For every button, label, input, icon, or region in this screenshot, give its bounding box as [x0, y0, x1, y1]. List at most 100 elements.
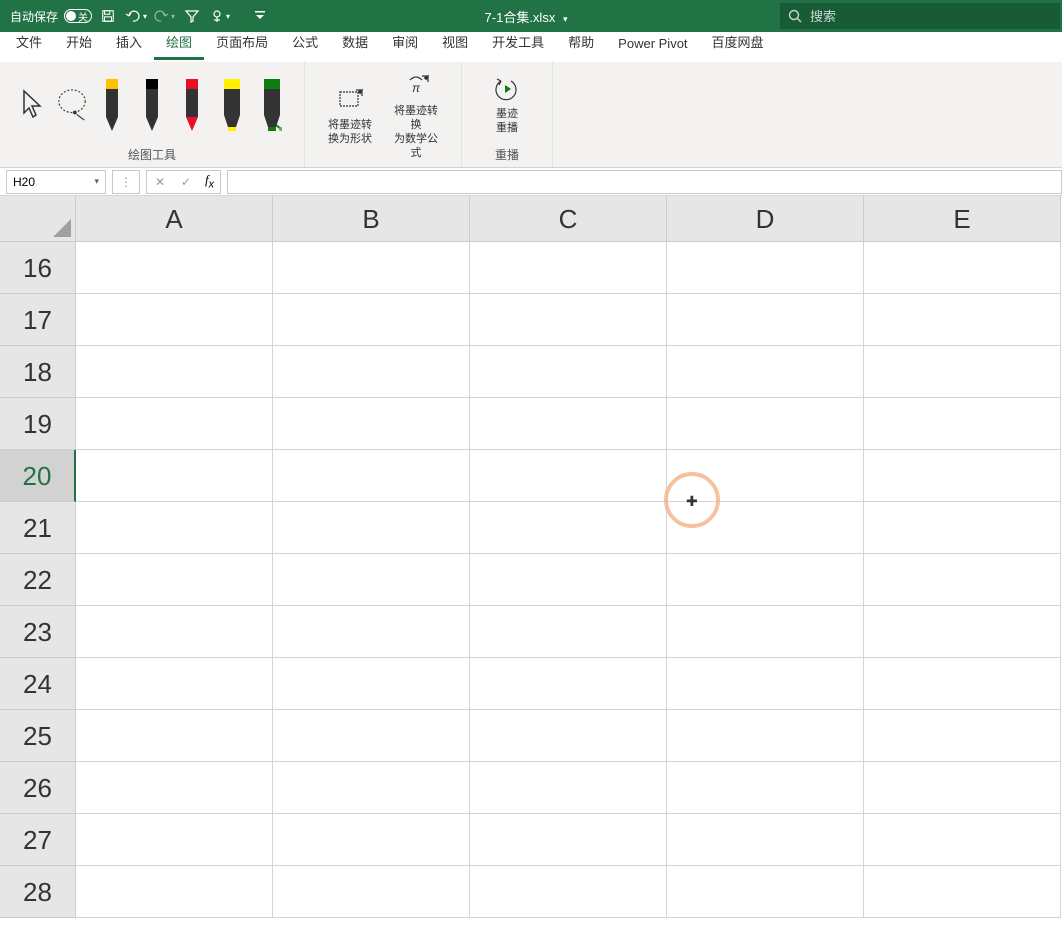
cell[interactable] [273, 658, 470, 710]
name-box[interactable]: H20 ▾ [6, 170, 106, 194]
row-header[interactable]: 18 [0, 346, 76, 398]
cell[interactable] [470, 762, 667, 814]
ink-to-math-button[interactable]: π 将墨迹转换 为数学公式 [387, 70, 445, 162]
search-input[interactable] [810, 9, 1052, 24]
cell[interactable] [864, 710, 1061, 762]
cell[interactable] [864, 606, 1061, 658]
row-header[interactable]: 27 [0, 814, 76, 866]
cell[interactable] [273, 606, 470, 658]
cell[interactable] [667, 814, 864, 866]
cell[interactable] [470, 398, 667, 450]
redo-button[interactable]: ▾ [152, 4, 176, 28]
cell[interactable] [76, 398, 273, 450]
cell[interactable] [667, 762, 864, 814]
column-header-a[interactable]: A [76, 196, 273, 242]
cell[interactable] [667, 866, 864, 918]
tab-data[interactable]: 数据 [330, 26, 380, 60]
cell[interactable] [864, 450, 1061, 502]
select-tool[interactable] [16, 71, 48, 139]
cell[interactable] [470, 814, 667, 866]
row-header[interactable]: 20 [0, 450, 76, 502]
ink-replay-button[interactable]: 墨迹 重播 [478, 73, 536, 137]
row-header[interactable]: 19 [0, 398, 76, 450]
cell[interactable] [470, 658, 667, 710]
cell[interactable] [76, 450, 273, 502]
pen-yellow[interactable] [96, 71, 128, 139]
tab-baidu[interactable]: 百度网盘 [700, 26, 776, 60]
touch-mode-icon[interactable]: ▾ [208, 4, 232, 28]
cell[interactable] [864, 242, 1061, 294]
undo-button[interactable]: ▾ [124, 4, 148, 28]
cell[interactable] [864, 346, 1061, 398]
cell[interactable] [273, 346, 470, 398]
cell[interactable] [273, 866, 470, 918]
cell[interactable] [273, 242, 470, 294]
cell[interactable] [667, 710, 864, 762]
cell[interactable] [667, 294, 864, 346]
tab-draw[interactable]: 绘图 [154, 26, 204, 60]
chevron-down-icon[interactable]: ▾ [94, 176, 99, 187]
pen-black[interactable] [136, 71, 168, 139]
cell[interactable] [864, 814, 1061, 866]
cell[interactable] [470, 242, 667, 294]
formula-more-icon[interactable]: ⋮ [113, 175, 139, 189]
cell[interactable] [864, 294, 1061, 346]
cell[interactable] [76, 242, 273, 294]
cell[interactable] [667, 606, 864, 658]
tab-help[interactable]: 帮助 [556, 26, 606, 60]
row-header[interactable]: 22 [0, 554, 76, 606]
row-header[interactable]: 28 [0, 866, 76, 918]
cell[interactable] [667, 450, 864, 502]
cell[interactable] [76, 710, 273, 762]
tab-developer[interactable]: 开发工具 [480, 26, 556, 60]
customize-qat-icon[interactable] [248, 4, 272, 28]
cell[interactable] [667, 658, 864, 710]
column-header-d[interactable]: D [667, 196, 864, 242]
cell[interactable] [76, 866, 273, 918]
cell[interactable] [864, 502, 1061, 554]
cell[interactable] [667, 398, 864, 450]
cell[interactable] [76, 554, 273, 606]
cell[interactable] [76, 814, 273, 866]
pen-red[interactable] [176, 71, 208, 139]
cell[interactable] [864, 554, 1061, 606]
autosave-toggle[interactable]: 自动保存 关 [10, 8, 92, 25]
cell[interactable] [470, 294, 667, 346]
ink-to-shape-button[interactable]: 将墨迹转 换为形状 [321, 84, 379, 148]
search-box[interactable] [780, 3, 1060, 29]
enter-formula-icon[interactable]: ✓ [173, 175, 199, 189]
save-icon[interactable] [96, 4, 120, 28]
filter-icon[interactable] [180, 4, 204, 28]
tab-formulas[interactable]: 公式 [280, 26, 330, 60]
tab-home[interactable]: 开始 [54, 26, 104, 60]
column-header-b[interactable]: B [273, 196, 470, 242]
cell[interactable] [470, 606, 667, 658]
tab-view[interactable]: 视图 [430, 26, 480, 60]
column-header-c[interactable]: C [470, 196, 667, 242]
cell[interactable] [273, 502, 470, 554]
formula-input[interactable] [227, 170, 1062, 194]
column-header-e[interactable]: E [864, 196, 1061, 242]
row-header[interactable]: 21 [0, 502, 76, 554]
cell[interactable] [76, 346, 273, 398]
cell[interactable] [76, 658, 273, 710]
highlighter-green[interactable] [256, 71, 288, 139]
cell[interactable] [273, 398, 470, 450]
cell[interactable] [470, 710, 667, 762]
cell[interactable] [667, 554, 864, 606]
cell[interactable] [273, 762, 470, 814]
cell[interactable] [470, 554, 667, 606]
select-all-corner[interactable] [0, 196, 76, 242]
cell[interactable] [273, 294, 470, 346]
cell[interactable] [864, 866, 1061, 918]
row-header[interactable]: 17 [0, 294, 76, 346]
cell[interactable] [273, 814, 470, 866]
row-header[interactable]: 25 [0, 710, 76, 762]
cell[interactable] [864, 398, 1061, 450]
cell[interactable] [864, 762, 1061, 814]
cell[interactable] [76, 502, 273, 554]
cell[interactable] [273, 450, 470, 502]
cell[interactable] [864, 658, 1061, 710]
cell[interactable] [470, 502, 667, 554]
cell[interactable] [273, 710, 470, 762]
